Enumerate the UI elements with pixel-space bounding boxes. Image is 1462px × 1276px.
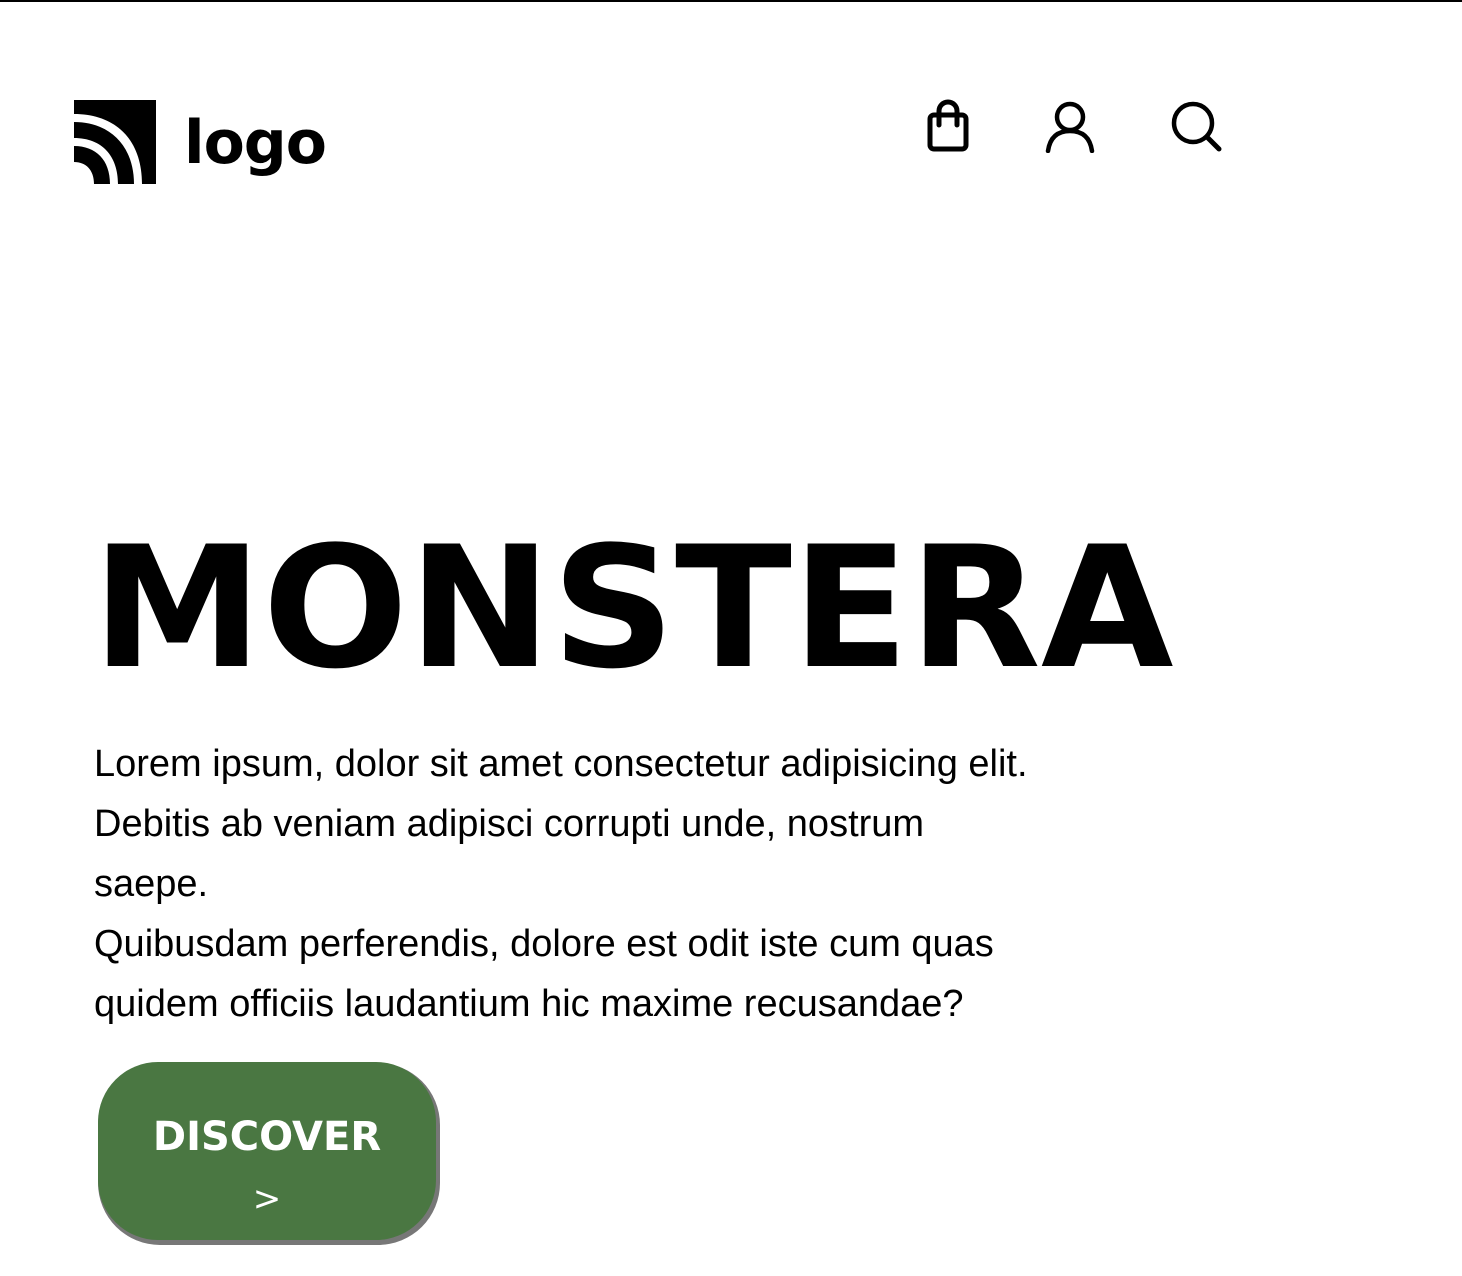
hero-paragraph: Lorem ipsum, dolor sit amet consectetur … [94,734,1224,1034]
cart-button[interactable] [918,96,978,156]
top-border [0,0,1462,2]
shopping-bag-icon [927,99,969,152]
hero-paragraph-line: Debitis ab veniam adipisci corrupti unde… [94,803,925,845]
chevron-right-icon: > [252,1179,282,1219]
discover-button[interactable]: DISCOVER > [98,1062,436,1240]
search-icon [1171,101,1222,152]
user-icon [1045,101,1095,153]
hero-paragraph-line: saepe. [94,863,209,905]
hero-paragraph-line: quidem officiis laudantium hic maxime re… [94,983,964,1025]
hero-paragraph-line: Quibusdam perferendis, dolore est odit i… [94,923,994,965]
search-button[interactable] [1166,96,1226,156]
logo-link[interactable]: logo [72,98,327,186]
logo-text: logo [184,108,327,178]
logo-mark-icon [74,100,156,184]
discover-button-label: DISCOVER [152,1114,382,1160]
hero-paragraph-line: Lorem ipsum, dolor sit amet consectetur … [94,743,1028,785]
account-button[interactable] [1040,96,1100,156]
hero-title: MONSTERA [92,510,1174,706]
